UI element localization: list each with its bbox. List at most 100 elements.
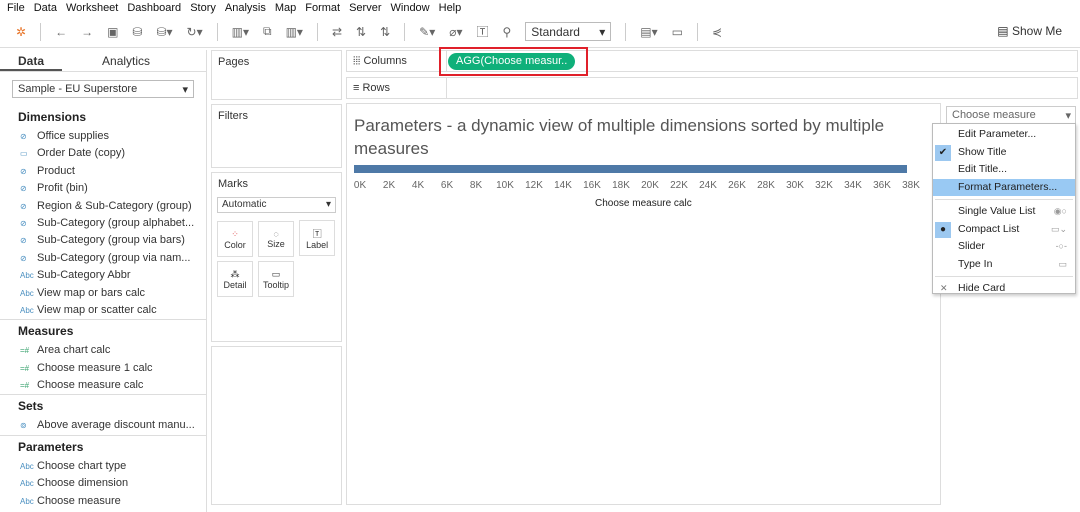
- x-tick-label: 22K: [670, 180, 688, 191]
- menu-item[interactable]: ✕ Hide Card: [933, 280, 1075, 298]
- duplicate-icon[interactable]: ⧉: [263, 24, 272, 39]
- menu-analysis[interactable]: Analysis: [225, 2, 266, 14]
- tableau-logo-icon[interactable]: ✲: [16, 25, 26, 39]
- menu-item[interactable]: Edit Parameter...: [933, 126, 1075, 144]
- menu-item[interactable]: ✔ Show Title: [933, 144, 1075, 162]
- menu-item[interactable]: Format Parameters...: [933, 178, 1075, 196]
- detail-button[interactable]: ⁂ Detail: [217, 261, 253, 297]
- bar-mark[interactable]: [354, 165, 907, 173]
- menu-window[interactable]: Window: [391, 2, 430, 14]
- menu-item[interactable]: Edit Title...: [933, 161, 1075, 179]
- field-item[interactable]: Abc View map or bars calc: [0, 285, 206, 302]
- x-tick-label: 36K: [873, 180, 891, 191]
- datasource-select[interactable]: Sample - EU Superstore ▾: [12, 80, 194, 98]
- field-item[interactable]: =# Area chart calc: [0, 342, 206, 359]
- label-icon[interactable]: 🅃: [476, 23, 488, 40]
- rows-shelf[interactable]: ≡ Rows: [346, 77, 1078, 99]
- field-item[interactable]: =# Choose measure calc: [0, 377, 206, 394]
- menu-item[interactable]: Single Value List ◉○: [933, 203, 1075, 221]
- presentation-icon[interactable]: ▭: [672, 25, 683, 39]
- field-item[interactable]: ⊚ Above average discount manu...: [0, 417, 206, 434]
- menu-file[interactable]: File: [7, 2, 25, 14]
- x-tick-label: 6K: [440, 180, 454, 191]
- dimensions-list: ⊘ Office supplies ▭ Order Date (copy) ⊘ Produ…: [0, 128, 206, 319]
- x-tick-label: 0K: [353, 180, 367, 191]
- x-tick-label: 2K: [382, 180, 396, 191]
- view-canvas: [346, 103, 941, 505]
- size-button[interactable]: ◌ Size: [258, 220, 295, 257]
- field-item[interactable]: ⊘ Product: [0, 163, 206, 180]
- menu-dashboard[interactable]: Dashboard: [127, 2, 181, 14]
- tab-data[interactable]: Data: [0, 50, 63, 71]
- menu-item[interactable]: Type In ▭: [933, 256, 1075, 274]
- field-item[interactable]: Abc Choose dimension: [0, 475, 206, 492]
- menu-server[interactable]: Server: [349, 2, 381, 14]
- highlight-icon[interactable]: ✎▾: [419, 25, 435, 39]
- show-me-button[interactable]: ▤ Show Me: [997, 24, 1062, 38]
- x-tick-label: 34K: [844, 180, 862, 191]
- field-item[interactable]: ⊘ Office supplies: [0, 128, 206, 145]
- field-item[interactable]: ⊘ Profit (bin): [0, 180, 206, 197]
- clear-sheet-icon[interactable]: ▥▾: [286, 25, 303, 39]
- abc-icon: Abc: [20, 288, 34, 298]
- group-icon: ⊘: [20, 132, 27, 141]
- new-worksheet-icon[interactable]: ▥▾: [232, 25, 249, 39]
- data-pane: Data Analytics Sample - EU Superstore ▾ Di…: [0, 50, 207, 512]
- filters-card[interactable]: Filters: [211, 104, 342, 168]
- menu-story[interactable]: Story: [190, 2, 216, 14]
- tooltip-button[interactable]: ▭ Tooltip: [258, 261, 295, 297]
- refresh-icon[interactable]: ↻▾: [187, 25, 203, 39]
- sort-desc-icon[interactable]: ⇅: [380, 25, 390, 39]
- label-button[interactable]: 🅃 Label: [299, 220, 336, 256]
- share-icon[interactable]: ⋞: [712, 25, 722, 39]
- menu-format[interactable]: Format: [305, 2, 340, 14]
- back-icon[interactable]: ←: [55, 25, 67, 39]
- field-item[interactable]: ⊘ Sub-Category (group via bars): [0, 232, 206, 249]
- menu-data[interactable]: Data: [34, 2, 57, 14]
- x-tick-label: 14K: [554, 180, 572, 191]
- x-tick-label: 8K: [469, 180, 483, 191]
- save-icon[interactable]: ▣: [107, 25, 118, 39]
- menu-worksheet[interactable]: Worksheet: [66, 2, 118, 14]
- sort-asc-icon[interactable]: ⇅: [356, 25, 366, 39]
- pin-icon[interactable]: ⚲: [502, 25, 511, 39]
- detail-icon: ⁂: [230, 268, 240, 279]
- forward-icon[interactable]: →: [81, 25, 93, 39]
- sets-list: ⊚ Above average discount manu...: [0, 417, 206, 434]
- abc-icon: Abc: [20, 496, 34, 506]
- dropdown-arrow-icon[interactable]: ▾: [1065, 109, 1071, 122]
- menu-item[interactable]: ● Compact List ▭⌄: [933, 221, 1075, 239]
- field-item[interactable]: ⊘ Sub-Category (group via nam...: [0, 250, 206, 267]
- toolbar: ✲ ← → ▣ ⛁ ⛁▾ ↻▾ ▥▾ ⧉ ▥▾ ⇄ ⇅ ⇅ ✎▾ ⌀▾ 🅃 ⚲ Standard ▾ …: [0, 16, 1080, 48]
- field-item[interactable]: =# Choose measure 1 calc: [0, 360, 206, 377]
- field-item[interactable]: Abc View map or scatter calc: [0, 302, 206, 319]
- mark-type-select[interactable]: Automatic ▾: [217, 197, 336, 213]
- measure-icon: =#: [20, 381, 30, 391]
- x-tick-label: 12K: [525, 180, 543, 191]
- menu-bar: File Data Worksheet Dashboard Story Analysis M…: [0, 0, 1080, 16]
- pages-card[interactable]: Pages: [211, 50, 342, 100]
- group-icon[interactable]: ⌀▾: [449, 25, 462, 39]
- field-item[interactable]: ⊘ Region & Sub-Category (group): [0, 198, 206, 215]
- menu-map[interactable]: Map: [275, 2, 296, 14]
- color-button[interactable]: ⁘ Color: [217, 221, 253, 257]
- abc-icon: Abc: [20, 461, 34, 471]
- group-icon: ⊘: [20, 236, 27, 246]
- field-item[interactable]: ▭ Order Date (copy): [0, 145, 206, 162]
- abc-icon: Abc: [20, 305, 34, 315]
- menu-item[interactable]: Slider -○-: [933, 238, 1075, 256]
- menu-help[interactable]: Help: [439, 2, 462, 14]
- swap-icon[interactable]: ⇄: [332, 25, 342, 39]
- field-item[interactable]: Abc Choose chart type: [0, 458, 206, 475]
- field-item[interactable]: Abc Sub-Category Abbr: [0, 267, 206, 284]
- measures-list: =# Area chart calc =# Choose measure 1 calc…: [0, 342, 206, 394]
- fit-select[interactable]: Standard ▾: [525, 22, 612, 41]
- measures-header: Measures: [0, 319, 206, 342]
- pause-updates-icon[interactable]: ⛁▾: [156, 25, 172, 39]
- field-item[interactable]: ⊘ Sub-Category (group alphabet...: [0, 215, 206, 232]
- field-item[interactable]: Abc Choose measure: [0, 493, 206, 510]
- parameter-control[interactable]: Choose measure ▾: [946, 106, 1076, 124]
- new-datasource-icon[interactable]: ⛁: [132, 25, 142, 39]
- show-cards-icon[interactable]: ▤▾: [640, 25, 657, 39]
- tab-analytics[interactable]: Analytics: [62, 50, 168, 71]
